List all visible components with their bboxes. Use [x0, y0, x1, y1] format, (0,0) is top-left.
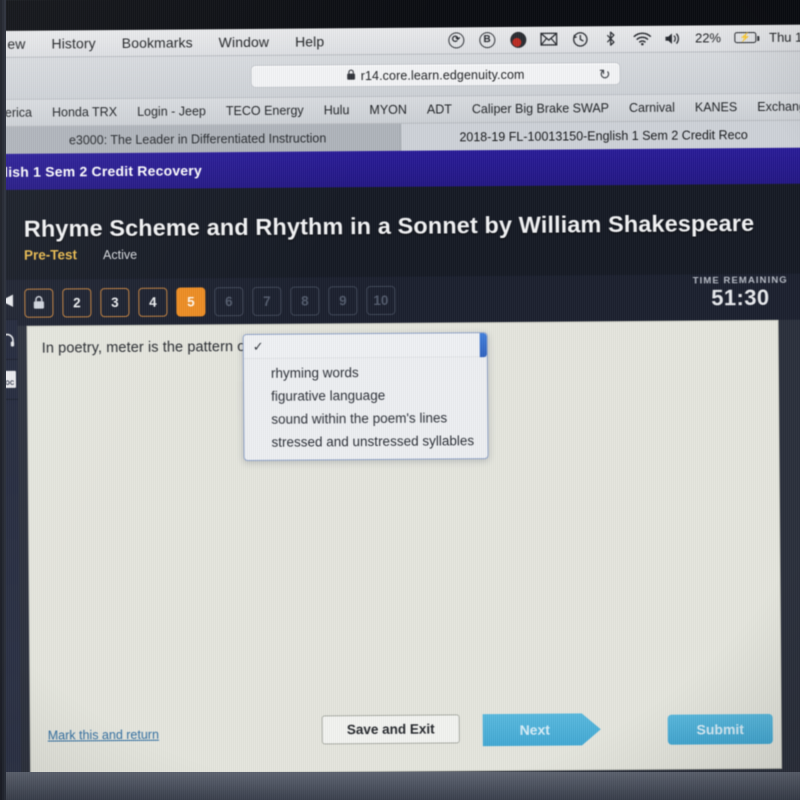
lesson-title: Rhyme Scheme and Rhythm in a Sonnet by W… — [23, 210, 755, 242]
evernote-icon[interactable] — [509, 30, 527, 48]
question-button-9[interactable]: 9 — [328, 285, 358, 315]
bookmark-caliper-big-brake-swap[interactable]: Caliper Big Brake SWAP — [462, 95, 619, 123]
course-banner-title: glish 1 Sem 2 Credit Recovery — [0, 162, 202, 180]
assignment-status-label: Active — [102, 247, 138, 263]
bookmark-kanes[interactable]: KANES — [685, 94, 748, 121]
check-icon: ✓ — [252, 338, 264, 354]
menubar-menus: ew History Bookmarks Window Help — [0, 27, 337, 58]
dropdown-option-figurative-language[interactable]: figurative language — [244, 383, 487, 408]
bookmark-exchange[interactable]: Exchange — [747, 94, 800, 121]
dropdown-selected-row[interactable]: ✓ — [243, 333, 487, 360]
menu-help[interactable]: Help — [282, 27, 337, 55]
lesson-subheader: Pre-Test Active — [23, 247, 138, 263]
mark-this-and-return-link[interactable]: Mark this and return — [48, 728, 159, 743]
address-bar[interactable]: r14.core.learn.edgenuity.com ↻ — [250, 62, 621, 88]
question-button-10[interactable]: 10 — [366, 285, 396, 315]
question-button-5-current[interactable]: 5 — [176, 286, 206, 317]
question-stem-text: In poetry, meter is the pattern o — [41, 339, 246, 357]
dropdown-option-rhyming-words[interactable]: rhyming words — [244, 360, 487, 385]
https-lock-icon — [347, 69, 356, 83]
question-button-1-locked[interactable] — [24, 288, 54, 318]
bookmark-honda-trx[interactable]: Honda TRX — [42, 98, 127, 126]
question-action-bar: Mark this and return Save and Exit Next … — [31, 706, 781, 774]
time-remaining-value: 51:30 — [711, 284, 770, 311]
menubar-clock[interactable]: Thu 1 — [769, 30, 800, 45]
dropbox-icon[interactable]: ⟳ — [447, 31, 465, 49]
battery-icon[interactable]: ⚡ — [734, 32, 757, 44]
wifi-icon[interactable] — [633, 29, 651, 47]
charging-bolt-icon: ⚡ — [739, 32, 751, 43]
lesson-header: Rhyme Scheme and Rhythm in a Sonnet by W… — [0, 183, 800, 280]
bookmark-erica[interactable]: erica — [0, 99, 42, 126]
dropdown-option-list: rhyming words figurative language sound … — [244, 357, 488, 460]
bookmark-teco-energy[interactable]: TECO Energy — [216, 97, 314, 125]
question-number-buttons: 2 3 4 5 6 7 8 9 10 — [24, 285, 396, 318]
bookmark-hulu[interactable]: Hulu — [314, 97, 360, 124]
address-bar-text: r14.core.learn.edgenuity.com — [347, 67, 525, 83]
bookmark-carnival[interactable]: Carnival — [619, 94, 685, 122]
answer-dropdown-open[interactable]: ✓ rhyming words figurative language soun… — [242, 332, 489, 462]
reload-icon[interactable]: ↻ — [599, 66, 611, 82]
bluetooth-icon[interactable] — [602, 30, 620, 48]
dropdown-scroll-grip[interactable] — [479, 333, 487, 358]
dropdown-option-stressed-unstressed-syllables[interactable]: stressed and unstressed syllables — [244, 429, 487, 454]
gmail-icon[interactable] — [540, 30, 558, 48]
browser-tab-english-credit-recovery[interactable]: 2018-19 FL-10013150-English 1 Sem 2 Cred… — [400, 120, 800, 151]
question-panel: In poetry, meter is the pattern o ✓ rhym… — [26, 319, 783, 775]
save-and-exit-button[interactable]: Save and Exit — [321, 714, 460, 745]
browser-toolbar: r14.core.learn.edgenuity.com ↻ — [0, 51, 800, 100]
menu-history[interactable]: History — [38, 29, 108, 58]
monitor-screen: ew History Bookmarks Window Help ⟳ B 22%… — [0, 0, 800, 775]
url-string: r14.core.learn.edgenuity.com — [360, 67, 525, 83]
question-button-7[interactable]: 7 — [252, 286, 282, 316]
menu-window[interactable]: Window — [206, 27, 283, 56]
question-button-6[interactable]: 6 — [214, 286, 244, 316]
monitor-left-bezel — [0, 0, 6, 800]
lock-icon — [33, 295, 45, 309]
dropdown-option-sound-within-lines[interactable]: sound within the poem's lines — [244, 406, 487, 431]
bookmark-login-jeep[interactable]: Login - Jeep — [127, 98, 216, 126]
question-button-2[interactable]: 2 — [62, 287, 92, 317]
next-button[interactable]: Next — [483, 713, 601, 746]
question-button-3[interactable]: 3 — [100, 287, 130, 317]
submit-button[interactable]: Submit — [667, 713, 773, 745]
volume-icon[interactable] — [664, 29, 682, 47]
menu-bookmarks[interactable]: Bookmarks — [109, 28, 206, 57]
question-button-8[interactable]: 8 — [290, 285, 320, 316]
monitor-bottom-bezel — [0, 772, 800, 800]
question-button-4[interactable]: 4 — [138, 287, 168, 317]
battery-percent: 22% — [694, 30, 722, 46]
browser-tab-achieve3000[interactable]: e3000: The Leader in Differentiated Inst… — [0, 123, 402, 154]
assignment-type-label: Pre-Test — [23, 247, 78, 263]
time-remaining-widget: TIME REMAINING 51:30 — [680, 275, 800, 311]
time-machine-icon[interactable] — [571, 30, 589, 48]
bookmark-myon[interactable]: MYON — [359, 96, 417, 123]
bitwarden-icon[interactable]: B — [478, 31, 496, 49]
screen-photo: ew History Bookmarks Window Help ⟳ B 22%… — [0, 0, 800, 800]
bookmark-adt[interactable]: ADT — [417, 96, 462, 123]
menubar-status-items: ⟳ B 22% ⚡ Thu 1 — [447, 28, 800, 49]
